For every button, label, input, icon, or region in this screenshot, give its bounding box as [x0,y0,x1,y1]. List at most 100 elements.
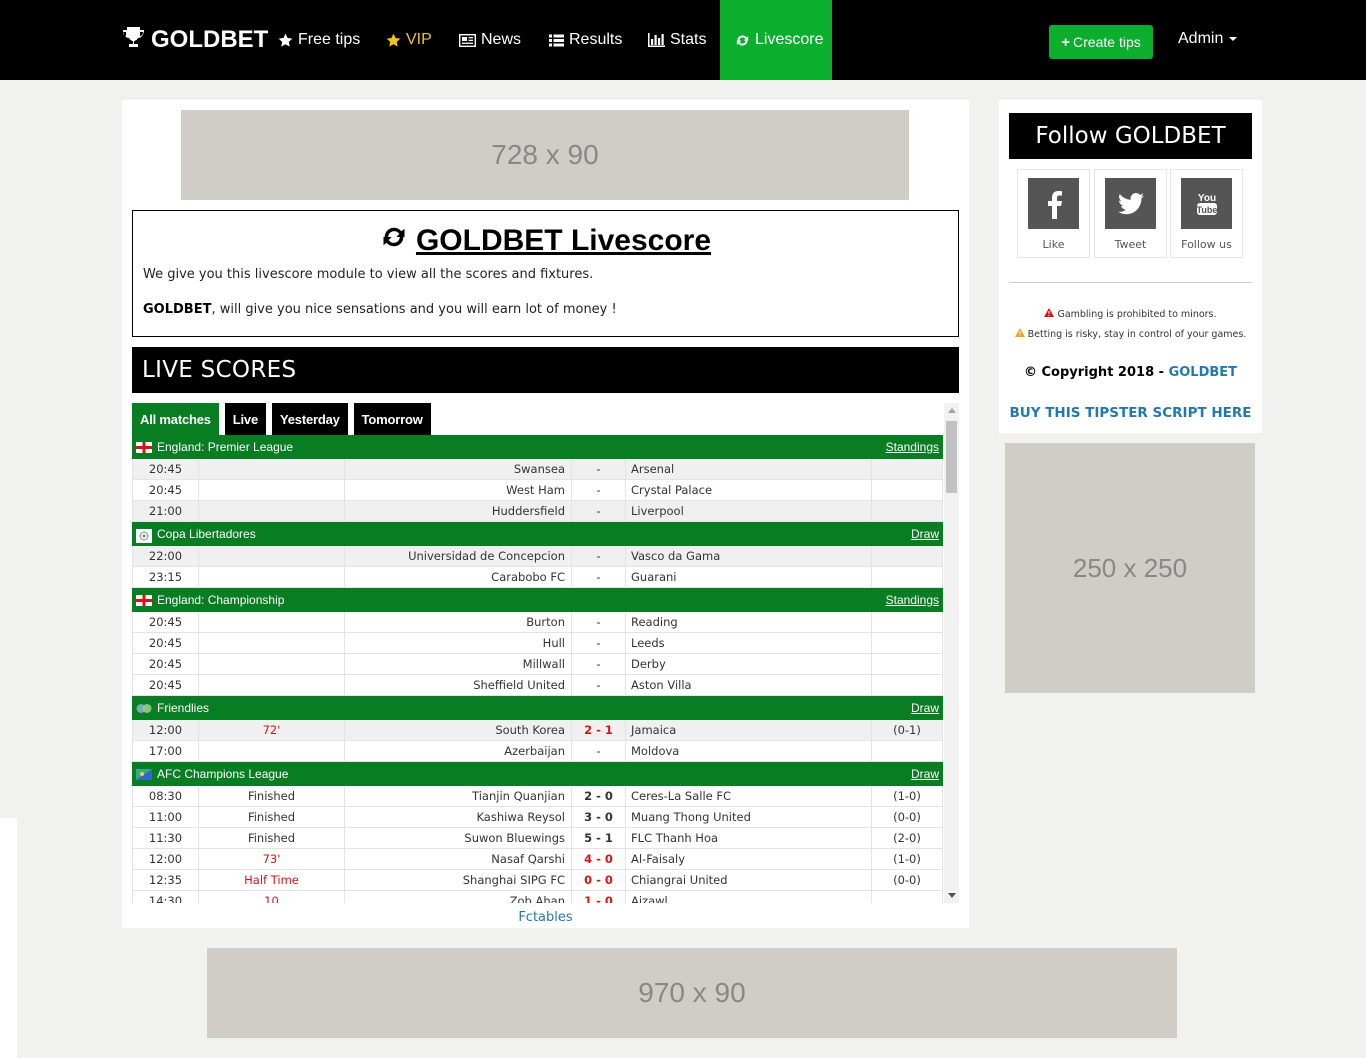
nav-results-label: Results [569,31,623,48]
match-time: 12:00 [132,720,199,741]
away-team: Reading [626,612,872,633]
nav-vip[interactable]: VIP [386,0,432,80]
match-row[interactable]: 11:30 Finished Suwon Bluewings 5 - 1 FLC Tha… [132,828,943,849]
tab-live[interactable]: Live [224,403,266,435]
home-team: Suwon Bluewings [345,828,572,849]
scrollbar[interactable] [944,403,959,903]
match-row[interactable]: 12:35 Half Time Shanghai SIPG FC 0 - 0 Chian… [132,870,943,891]
match-status [199,546,345,567]
home-team: Tianjin Quanjian [345,786,572,807]
league-header: England: Championship Standings [132,588,943,612]
intro-line2-text: , will give you nice sensations and you … [211,302,617,317]
match-score: 4 - 0 [572,849,626,870]
ad-banner-bottom[interactable]: 970 x 90 [207,948,1177,1038]
match-time: 20:45 [132,675,199,696]
match-time: 20:45 [132,654,199,675]
youtube-label: Follow us [1181,238,1232,251]
scroll-up-icon[interactable] [948,408,956,413]
nav-results[interactable]: Results [549,0,622,80]
home-team: Carabobo FC [345,567,572,588]
home-team: Sheffield United [345,675,572,696]
match-row[interactable]: 22:00 Universidad de Concepcion - Vasco da … [132,546,943,567]
match-row[interactable]: 20:45 Sheffield United - Aston Villa [132,675,943,696]
ad-banner-side[interactable]: 250 x 250 [1005,443,1255,693]
copyright-text: © Copyright 2018 - [1023,365,1169,380]
match-row[interactable]: 20:45 Millwall - Derby [132,654,943,675]
league-link[interactable]: Draw [911,527,939,541]
tab-yesterday[interactable]: Yesterday [272,403,348,435]
league-name: England: Championship [157,593,285,607]
match-row[interactable]: 21:00 Huddersfield - Liverpool [132,501,943,522]
caret-down-icon [1229,37,1238,41]
scroll-thumb[interactable] [946,421,957,493]
copyright: © Copyright 2018 - GOLDBET [999,365,1262,380]
fctables-link[interactable]: Fctables [122,910,969,925]
copa-flag-icon [136,528,152,543]
match-score: 2 - 1 [572,720,626,741]
match-score: - [572,612,626,633]
tab-tomorrow[interactable]: Tomorrow [353,403,431,435]
match-score: 5 - 1 [572,828,626,849]
facebook-like-button[interactable]: Like [1017,169,1090,258]
league-link[interactable]: Draw [911,767,939,781]
match-status: Finished [199,807,345,828]
england-flag-icon [136,594,152,606]
league-link[interactable]: Draw [911,701,939,715]
away-team: Ceres-La Salle FC [626,786,872,807]
star-icon [386,33,401,48]
halftime-score [872,501,943,522]
tab-all-matches[interactable]: All matches [132,403,219,435]
halftime-score [872,480,943,501]
twitter-tweet-button[interactable]: Tweet [1094,169,1167,258]
halftime-score [872,654,943,675]
match-row[interactable]: 12:00 72' South Korea 2 - 1 Jamaica (0-1) [132,720,943,741]
match-row[interactable]: 14:30 10 Zob Ahan 1 - 0 Aizawl [132,891,943,903]
match-status [199,633,345,654]
admin-dropdown[interactable]: Admin [1178,30,1238,48]
match-row[interactable]: 20:45 Burton - Reading [132,612,943,633]
match-score: 2 - 0 [572,786,626,807]
league-link[interactable]: Standings [886,440,939,454]
match-row[interactable]: 20:45 Hull - Leeds [132,633,943,654]
buy-script-link[interactable]: BUY THIS TIPSTER SCRIPT HERE [999,405,1262,421]
match-row[interactable]: 23:15 Carabobo FC - Guarani [132,567,943,588]
nav-stats-label: Stats [670,31,707,48]
brand-logo[interactable]: GOLDBET [121,24,268,56]
create-tips-label: Create tips [1073,34,1141,50]
match-row[interactable]: 12:00 73' Nasaf Qarshi 4 - 0 Al-Faisaly (1-0) [132,849,943,870]
star-icon [278,33,293,48]
ad-banner-top[interactable]: 728 x 90 [181,110,909,200]
match-row[interactable]: 20:45 Swansea - Arsenal [132,459,943,480]
league-link[interactable]: Standings [886,593,939,607]
nav-free-tips[interactable]: Free tips [278,0,360,80]
league-name: Friendlies [157,701,210,715]
match-status [199,567,345,588]
nav-livescore-label: Livescore [755,31,824,48]
create-tips-button[interactable]: + Create tips [1049,25,1153,59]
england-flag-icon [136,441,152,453]
nav-vip-label: VIP [406,31,432,48]
match-row[interactable]: 11:00 Finished Kashiwa Reysol 3 - 0 Muang Th… [132,807,943,828]
refresh-icon [735,33,750,48]
match-score: 3 - 0 [572,807,626,828]
home-team: Huddersfield [345,501,572,522]
league-header: England: Premier League Standings [132,435,943,459]
nav-livescore[interactable]: Livescore [720,0,832,80]
match-row[interactable]: 17:00 Azerbaijan - Moldova [132,741,943,762]
away-team: Moldova [626,741,872,762]
copyright-brand-link[interactable]: GOLDBET [1169,365,1237,380]
youtube-follow-button[interactable]: You Tube Follow us [1170,169,1243,258]
home-team: West Ham [345,480,572,501]
scroll-down-icon[interactable] [948,893,956,898]
league-header: Friendlies Draw [132,696,943,720]
intro-box: GOLDBET Livescore We give you this lives… [132,210,959,337]
match-time: 12:00 [132,849,199,870]
nav-news[interactable]: News [459,0,521,80]
halftime-score: (0-0) [872,870,943,891]
intro-line1: We give you this livescore module to vie… [143,267,594,282]
away-team: Crystal Palace [626,480,872,501]
match-row[interactable]: 08:30 Finished Tianjin Quanjian 2 - 0 Ceres-… [132,786,943,807]
match-row[interactable]: 20:45 West Ham - Crystal Palace [132,480,943,501]
nav-stats[interactable]: Stats [648,0,706,80]
list-icon [549,34,564,47]
